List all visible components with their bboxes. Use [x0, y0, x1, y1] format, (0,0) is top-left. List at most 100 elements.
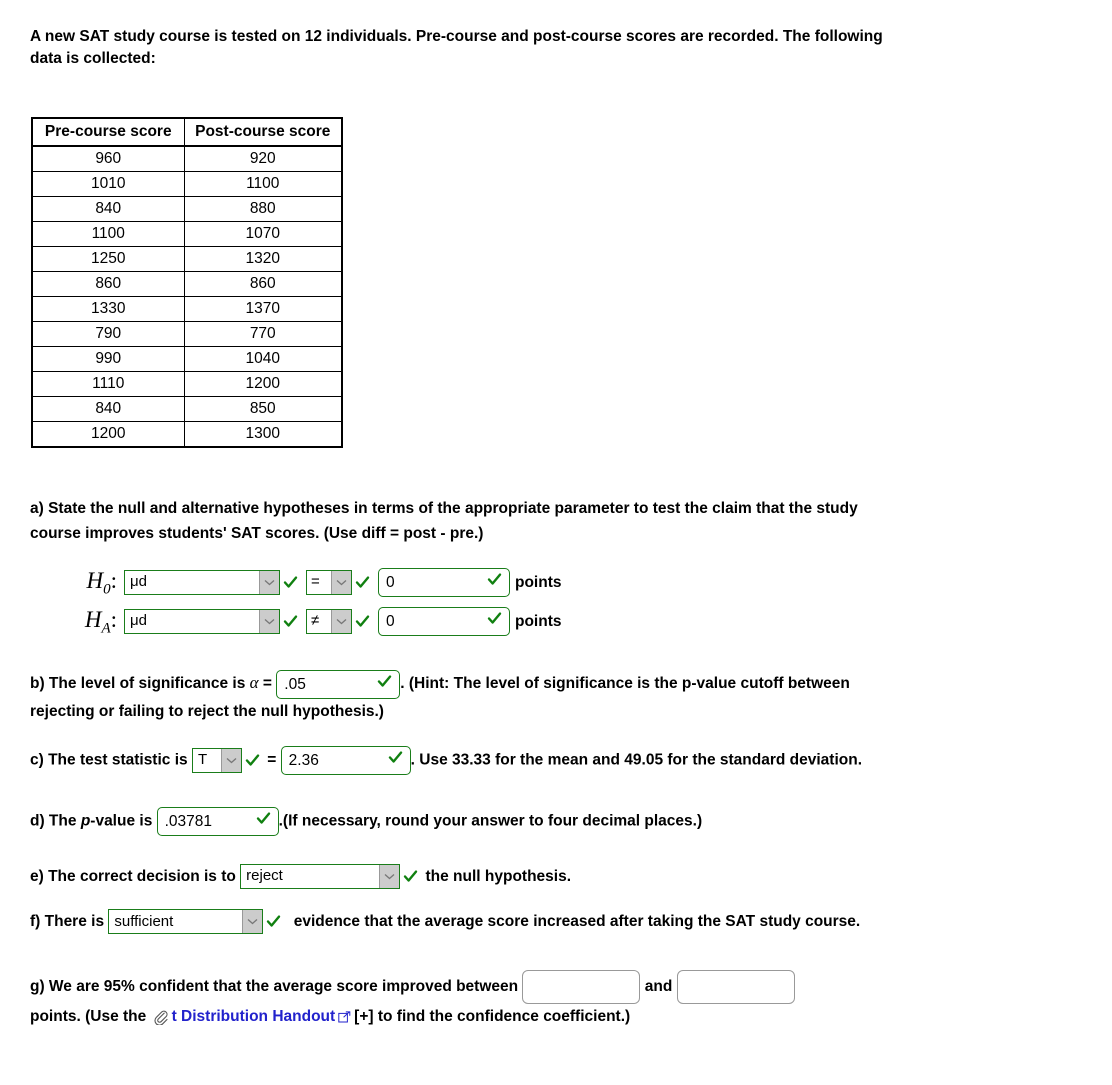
alternative-value-input[interactable]: 0 [378, 606, 510, 636]
table-row: 840 880 [31, 195, 343, 222]
alternative-operator-select[interactable]: ≠ [306, 608, 352, 634]
chevron-down-icon [331, 609, 351, 633]
part-f-prefix: f) There is [30, 913, 105, 931]
cell-post: 1100 [183, 170, 343, 197]
cell-post: 1370 [183, 295, 343, 322]
alternative-hypothesis-label: HA: [84, 607, 117, 637]
check-icon [355, 614, 370, 629]
check-icon [388, 748, 403, 773]
t-distribution-handout-link[interactable]: t Distribution Handout [172, 1008, 336, 1025]
cell-pre: 1200 [31, 420, 185, 448]
null-parameter-value: μd [125, 570, 259, 594]
cell-pre: 1330 [31, 295, 185, 322]
table-header-row: Pre-course score Post-course score [31, 117, 343, 147]
p-value-input[interactable]: .03781 [156, 806, 279, 836]
table-row: 1200 1300 [31, 420, 343, 448]
check-icon [487, 570, 502, 595]
alpha-symbol: α [249, 673, 259, 693]
check-icon [245, 753, 260, 768]
check-icon [377, 672, 392, 697]
part-d-prefix: d) The [30, 812, 81, 830]
cell-post: 1040 [183, 345, 343, 372]
expand-toggle[interactable]: [+] [354, 1008, 373, 1025]
table-row: 1010 1100 [31, 170, 343, 197]
table-row: 840 850 [31, 395, 343, 422]
significance-level-value: .05 [284, 675, 306, 693]
part-c-suffix: . Use 33.33 for the mean and 49.05 for t… [410, 751, 863, 769]
alternative-parameter-select[interactable]: μd [124, 608, 280, 634]
table-row: 1110 1200 [31, 370, 343, 397]
part-e: e) The correct decision is to reject the… [30, 864, 910, 890]
part-b-prefix: b) The level of significance is [30, 675, 246, 693]
chevron-down-icon [220, 748, 241, 772]
check-icon [283, 575, 298, 590]
significance-level-input[interactable]: .05 [276, 669, 401, 699]
null-hypothesis-label: H0: [86, 568, 117, 598]
cell-post: 860 [183, 270, 343, 297]
check-icon [266, 914, 281, 929]
cell-pre: 860 [31, 270, 185, 297]
check-icon [403, 869, 418, 884]
check-icon [283, 614, 298, 629]
null-units-label: points [515, 573, 562, 591]
table-row: 1250 1320 [31, 245, 343, 272]
cell-pre: 1010 [31, 170, 185, 197]
part-c-prefix: c) The test statistic is [30, 751, 188, 769]
chevron-down-icon [242, 910, 263, 934]
table-row: 790 770 [31, 320, 343, 347]
cell-post: 1070 [183, 220, 343, 247]
scores-table: Pre-course score Post-course score 960 92… [31, 116, 343, 448]
table-row: 960 920 [31, 145, 343, 172]
null-value-text: 0 [386, 573, 395, 591]
cell-pre: 990 [31, 345, 185, 372]
test-statistic-value: T [192, 748, 221, 772]
cell-post: 850 [183, 395, 343, 422]
null-value-input[interactable]: 0 [378, 567, 510, 597]
test-statistic-select[interactable]: T [191, 747, 242, 773]
cell-pre: 1100 [31, 220, 185, 247]
alternative-value-text: 0 [386, 612, 395, 630]
evidence-select[interactable]: sufficient [108, 909, 264, 935]
part-g-suffix-2: to find the confidence coefficient.) [377, 1008, 631, 1026]
external-link-icon[interactable] [338, 1011, 351, 1024]
decision-value: reject [241, 865, 380, 889]
evidence-value: sufficient [109, 910, 243, 934]
part-d-prefix-2: -value is [90, 812, 153, 830]
chevron-down-icon [259, 609, 279, 633]
cell-pre: 1110 [31, 370, 185, 397]
data-table-wrapper: Pre-course score Post-course score 960 92… [31, 116, 1082, 448]
part-a-prompt: a) State the null and alternative hypoth… [30, 499, 858, 543]
cell-post: 880 [183, 195, 343, 222]
null-hypothesis-row: H0: μd = 0 points [30, 567, 910, 598]
part-f: f) There is sufficient evidence that the… [30, 909, 910, 935]
check-icon [256, 809, 271, 834]
alternative-operator-value: ≠ [307, 609, 331, 633]
alternative-parameter-value: μd [125, 609, 259, 633]
chevron-down-icon [379, 865, 400, 889]
chevron-down-icon [331, 570, 351, 594]
p-value-number: .03781 [164, 812, 213, 830]
alternative-units-label: points [515, 612, 562, 630]
table-row: 1100 1070 [31, 220, 343, 247]
null-operator-select[interactable]: = [306, 569, 352, 595]
part-d: d) The p-value is .03781 .(If necessary,… [30, 806, 910, 836]
test-statistic-input[interactable]: 2.36 [280, 745, 411, 775]
worksheet-page: A new SAT study course is tested on 12 i… [0, 0, 1112, 1040]
part-e-suffix: the null hypothesis. [425, 867, 572, 885]
cell-pre: 840 [31, 395, 185, 422]
part-c-equals: = [267, 751, 277, 769]
cell-post: 920 [183, 145, 343, 172]
part-d-suffix: .(If necessary, round your answer to fou… [278, 812, 703, 830]
cell-post: 1300 [183, 420, 343, 448]
part-c: c) The test statistic is T = 2.36 . Use … [30, 745, 910, 775]
p-italic: p [80, 812, 91, 830]
cell-pre: 960 [31, 145, 185, 172]
confidence-upper-input[interactable] [676, 970, 795, 1005]
null-parameter-select[interactable]: μd [124, 569, 280, 595]
confidence-lower-input[interactable] [522, 970, 641, 1005]
cell-post: 770 [183, 320, 343, 347]
check-icon [487, 609, 502, 634]
hypothesis-block: H0: μd = 0 points HA: μd ≠ 0 points [30, 567, 910, 637]
decision-select[interactable]: reject [240, 864, 401, 890]
column-header-post: Post-course score [183, 117, 343, 147]
